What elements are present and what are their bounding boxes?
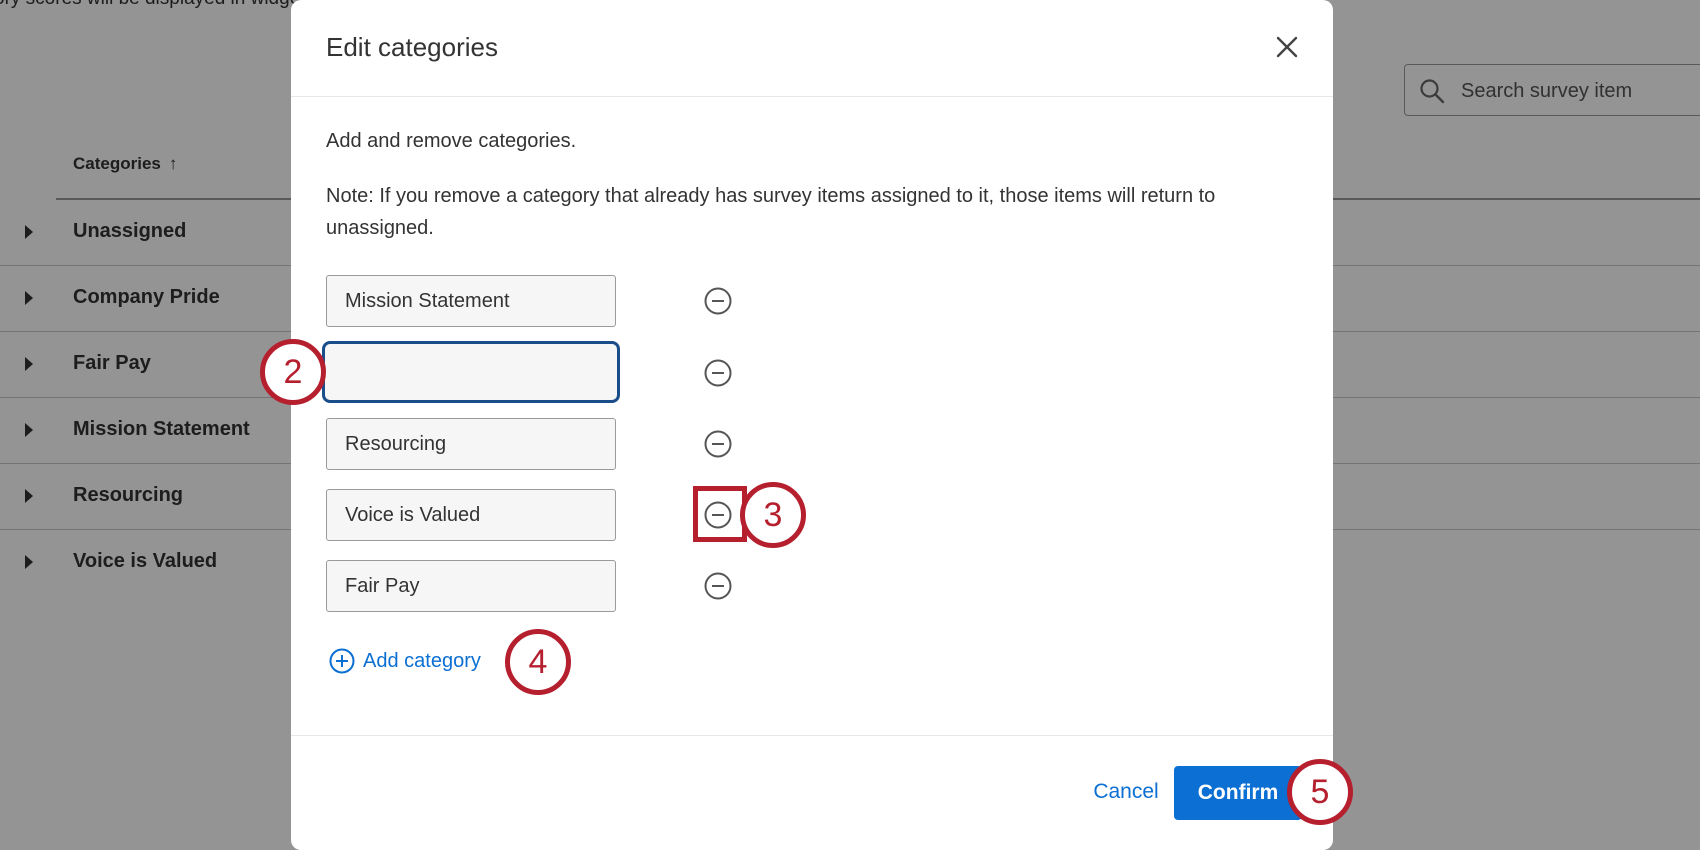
minus-circle-icon[interactable] bbox=[704, 572, 732, 600]
minus-circle-icon[interactable] bbox=[704, 287, 732, 315]
category-input[interactable] bbox=[326, 489, 616, 541]
remove-highlight-box bbox=[693, 486, 747, 542]
plus-circle-icon bbox=[329, 648, 355, 674]
add-category-label: Add category bbox=[363, 649, 481, 672]
minus-circle-icon[interactable] bbox=[704, 359, 732, 387]
confirm-button[interactable]: Confirm bbox=[1174, 766, 1302, 820]
modal-note-text: Note: If you remove a category that alre… bbox=[326, 185, 1216, 239]
step-callout-3: 3 bbox=[740, 482, 806, 548]
category-input[interactable] bbox=[326, 560, 616, 612]
step-callout-4: 4 bbox=[505, 629, 571, 695]
step-callout-2: 2 bbox=[260, 339, 326, 405]
category-input[interactable] bbox=[326, 275, 616, 327]
modal-divider bbox=[291, 735, 1333, 736]
cancel-button[interactable]: Cancel bbox=[1061, 770, 1191, 814]
close-icon[interactable] bbox=[1272, 32, 1302, 62]
minus-circle-icon[interactable] bbox=[704, 430, 732, 458]
modal-divider bbox=[291, 96, 1333, 97]
category-input-focused[interactable] bbox=[322, 341, 620, 403]
add-category-button[interactable]: Add category bbox=[329, 646, 481, 676]
category-input[interactable] bbox=[326, 418, 616, 470]
step-callout-5: 5 bbox=[1287, 759, 1353, 825]
modal-title: Edit categories bbox=[326, 32, 498, 62]
modal-intro-text: Add and remove categories. bbox=[326, 130, 577, 152]
edit-categories-modal: Edit categories Add and remove categorie… bbox=[291, 0, 1333, 850]
